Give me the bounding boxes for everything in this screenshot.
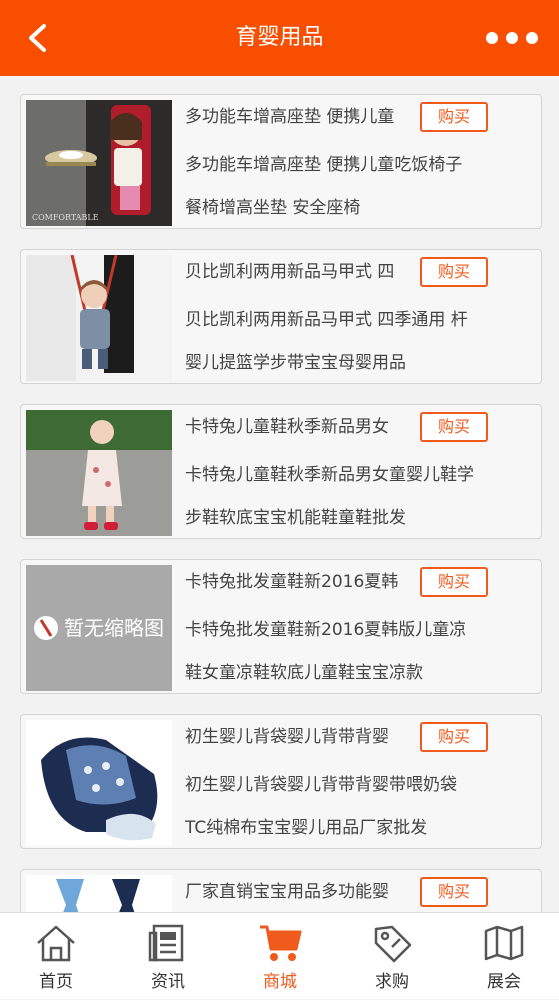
buy-button[interactable]: 购买 — [420, 722, 488, 752]
product-card[interactable]: 贝比凯利两用新品马甲式 四 购买 贝比凯利两用新品马甲式 四季通用 杆 婴儿提篮… — [20, 249, 542, 384]
desc-line: 鞋女童凉鞋软底儿童鞋宝宝凉款 — [185, 663, 423, 683]
product-description: 初生婴儿背袋婴儿背带背婴带喂奶袋 TC纯棉布宝宝婴儿用品厂家批发 — [185, 764, 530, 850]
nav-label: 商城 — [263, 972, 297, 992]
product-card[interactable]: 暂无缩略图 卡特兔批发童鞋新2016夏韩 购买 卡特兔批发童鞋新2016夏韩版儿… — [20, 559, 542, 694]
no-image-icon — [34, 616, 58, 640]
product-name[interactable]: 贝比凯利两用新品马甲式 四 — [185, 258, 417, 286]
page-title: 育婴用品 — [235, 25, 324, 50]
product-image[interactable] — [26, 875, 172, 912]
desc-line: 步鞋软底宝宝机能鞋童鞋批发 — [185, 508, 406, 528]
nav-item-expo[interactable]: 展会 — [448, 913, 559, 1000]
desc-line: 初生婴儿背袋婴儿背带背婴带喂奶袋 — [185, 775, 457, 795]
product-name[interactable]: 厂家直销宝宝用品多功能婴 — [185, 878, 417, 906]
nav-item-home[interactable]: 首页 — [0, 913, 112, 1000]
nav-label: 展会 — [487, 972, 521, 992]
buy-button[interactable]: 购买 — [420, 567, 488, 597]
product-name[interactable]: 多功能车增高座垫 便携儿童 — [185, 103, 417, 131]
nav-item-mall[interactable]: 商城 — [224, 913, 336, 1000]
product-card[interactable]: 厂家直销宝宝用品多功能婴 购买 — [20, 869, 542, 912]
bottom-nav: 首页 资讯 商城 求购 展会 — [0, 912, 559, 999]
no-image-text: 暂无缩略图 — [64, 616, 164, 640]
map-icon — [484, 925, 524, 961]
cart-icon — [260, 925, 302, 961]
desc-line: 婴儿提篮学步带宝宝母婴用品 — [185, 353, 406, 373]
product-card[interactable]: 卡特兔儿童鞋秋季新品男女 购买 卡特兔儿童鞋秋季新品男女童婴儿鞋学 步鞋软底宝宝… — [20, 404, 542, 539]
product-image[interactable] — [26, 410, 172, 536]
top-bar: 育婴用品 — [0, 0, 559, 76]
product-description: 贝比凯利两用新品马甲式 四季通用 杆 婴儿提篮学步带宝宝母婴用品 — [185, 299, 530, 385]
product-description: 卡特兔批发童鞋新2016夏韩版儿童凉 鞋女童凉鞋软底儿童鞋宝宝凉款 — [185, 609, 530, 695]
news-icon — [148, 924, 184, 962]
product-card[interactable]: COMFORTABLE 多功能车增高座垫 便携儿童 购买 多功能车增高座垫 便携… — [20, 94, 542, 229]
desc-line: 贝比凯利两用新品马甲式 四季通用 杆 — [185, 310, 468, 330]
image-watermark: COMFORTABLE — [32, 213, 99, 222]
desc-line: 餐椅增高坐垫 安全座椅 — [185, 198, 361, 218]
nav-label: 求购 — [375, 972, 409, 992]
product-name[interactable]: 初生婴儿背袋婴儿背带背婴 — [185, 723, 417, 751]
product-image[interactable] — [26, 255, 172, 381]
desc-line: 卡特兔批发童鞋新2016夏韩版儿童凉 — [185, 620, 467, 640]
product-description: 多功能车增高座垫 便携儿童吃饭椅子 餐椅增高坐垫 安全座椅 — [185, 144, 530, 230]
home-icon — [37, 925, 75, 962]
product-name[interactable]: 卡特兔儿童鞋秋季新品男女 — [185, 413, 417, 441]
nav-label: 首页 — [39, 972, 73, 992]
desc-line: 卡特兔儿童鞋秋季新品男女童婴儿鞋学 — [185, 465, 474, 485]
nav-item-news[interactable]: 资讯 — [112, 913, 224, 1000]
buy-button[interactable]: 购买 — [420, 102, 488, 132]
buy-button[interactable]: 购买 — [420, 412, 488, 442]
product-image[interactable] — [26, 720, 172, 846]
buy-button[interactable]: 购买 — [420, 257, 488, 287]
more-dots-icon[interactable] — [485, 24, 539, 52]
product-description: 卡特兔儿童鞋秋季新品男女童婴儿鞋学 步鞋软底宝宝机能鞋童鞋批发 — [185, 454, 530, 540]
desc-line: 多功能车增高座垫 便携儿童吃饭椅子 — [185, 155, 463, 175]
product-image-placeholder[interactable]: 暂无缩略图 — [26, 565, 172, 691]
product-card[interactable]: 初生婴儿背袋婴儿背带背婴 购买 初生婴儿背袋婴儿背带背婴带喂奶袋 TC纯棉布宝宝… — [20, 714, 542, 849]
nav-label: 资讯 — [151, 972, 185, 992]
desc-line: TC纯棉布宝宝婴儿用品厂家批发 — [185, 818, 428, 838]
nav-item-purchase[interactable]: 求购 — [336, 913, 448, 1000]
product-name[interactable]: 卡特兔批发童鞋新2016夏韩 — [185, 568, 417, 596]
product-image[interactable]: COMFORTABLE — [26, 100, 172, 226]
product-list[interactable]: COMFORTABLE 多功能车增高座垫 便携儿童 购买 多功能车增高座垫 便携… — [0, 76, 559, 912]
tag-icon — [374, 925, 412, 963]
buy-button[interactable]: 购买 — [420, 877, 488, 907]
